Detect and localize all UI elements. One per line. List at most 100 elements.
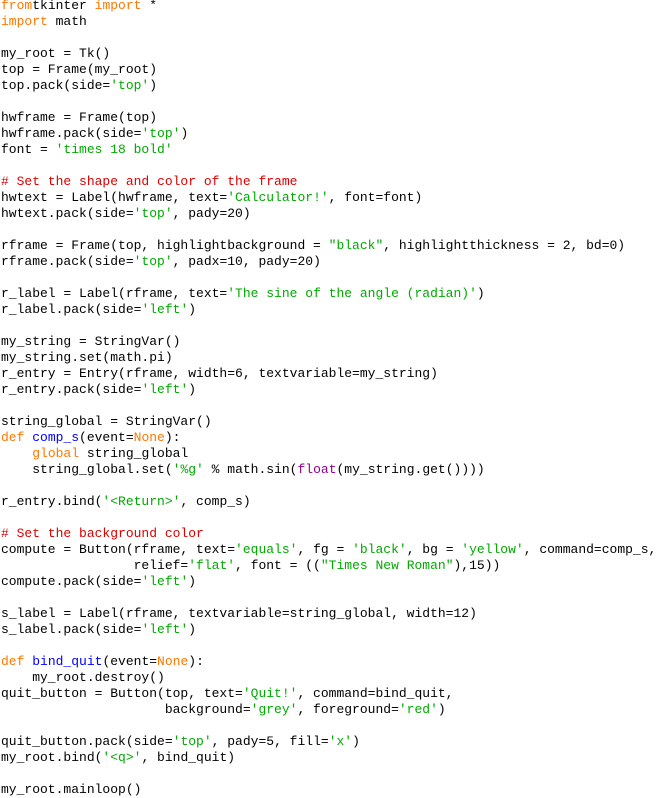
code-token: compute = Button(rframe, text=	[1, 542, 236, 557]
code-line: global string_global	[1, 446, 656, 462]
code-token: top = Frame(my_root)	[1, 62, 158, 77]
code-token: hwtext = Label(hwframe, text=	[1, 190, 228, 205]
code-line: fromtkinter import *	[1, 0, 656, 14]
string-token: 'top'	[110, 78, 150, 93]
code-line: import math	[1, 14, 656, 30]
code-token: r_label = Label(rframe, text=	[1, 286, 228, 301]
code-token: background=	[1, 702, 251, 717]
code-token: ):	[188, 654, 204, 669]
code-editor[interactable]: fromtkinter import * import math my_root =…	[1, 0, 656, 798]
code-token: (my_string.get())))	[336, 462, 485, 477]
string-token: 'left'	[141, 302, 189, 317]
code-token: , command=bind_quit,	[297, 686, 454, 701]
code-line: quit_button = Button(top, text='Quit!', …	[1, 686, 656, 702]
code-token: r_entry.bind(	[1, 494, 103, 509]
string-token: 'flat'	[188, 558, 236, 573]
code-token: my_root.destroy()	[1, 670, 165, 685]
code-token: )	[188, 302, 197, 317]
code-line: def bind_quit(event=None):	[1, 654, 656, 670]
string-token: "Times New Roman"	[320, 558, 454, 573]
code-token: (event=	[79, 430, 134, 445]
code-token: , font = ((	[235, 558, 321, 573]
code-token: *	[141, 0, 158, 13]
code-line: my_root.bind('<q>', bind_quit)	[1, 750, 656, 766]
code-token: , pady=5, fill=	[211, 734, 329, 749]
code-token: s_label = Label(rframe, textvariable=str…	[1, 606, 477, 621]
string-token: 'x'	[328, 734, 353, 749]
comment-token: # Set the background color	[1, 526, 204, 541]
string-token: 'yellow'	[461, 542, 524, 557]
keyword-token: None	[133, 430, 165, 445]
string-token: 'top'	[141, 126, 181, 141]
string-token: 'left'	[141, 382, 189, 397]
string-token: 'Calculator!'	[227, 190, 329, 205]
function-name-token: comp_s	[32, 430, 80, 445]
code-line: string_global = StringVar()	[1, 414, 656, 430]
keyword-token: global	[32, 446, 80, 461]
code-token: , fg =	[297, 542, 353, 557]
code-token: , bind_quit)	[141, 750, 236, 765]
code-token: ),15))	[453, 558, 501, 573]
string-token: 'black'	[352, 542, 407, 557]
code-token: hwtext.pack(side=	[1, 206, 134, 221]
code-line: font = 'times 18 bold'	[1, 142, 656, 158]
code-token: my_string.set(math.pi)	[1, 350, 173, 365]
code-line: compute = Button(rframe, text='equals', …	[1, 542, 656, 558]
code-token: , bg =	[406, 542, 462, 557]
keyword-token: import	[94, 0, 142, 13]
code-token: top.pack(side=	[1, 78, 111, 93]
string-token: 'top'	[133, 206, 173, 221]
code-token: (event=	[102, 654, 158, 669]
code-line: hwframe = Frame(top)	[1, 110, 656, 126]
code-line: # Set the shape and color of the frame	[1, 174, 656, 190]
code-line: def comp_s(event=None):	[1, 430, 656, 446]
code-line: my_root.destroy()	[1, 670, 656, 686]
code-line: rframe.pack(side='top', padx=10, pady=20…	[1, 254, 656, 270]
string-token: 'left'	[141, 574, 189, 589]
code-line: my_string.set(math.pi)	[1, 350, 656, 366]
code-token: hwframe.pack(side=	[1, 126, 142, 141]
code-line: r_label.pack(side='left')	[1, 302, 656, 318]
string-token: '%g'	[172, 462, 204, 477]
code-token: )	[437, 702, 446, 717]
code-token: , padx=10, pady=20)	[172, 254, 321, 269]
keyword-token: def	[1, 430, 25, 445]
code-line: relief='flat', font = (("Times New Roman…	[1, 558, 656, 574]
code-token: my_root.bind(	[1, 750, 103, 765]
code-token: hwframe = Frame(top)	[1, 110, 158, 125]
code-token: quit_button.pack(side=	[1, 734, 173, 749]
keyword-token: import	[1, 14, 48, 29]
builtin-token: float	[297, 462, 337, 477]
code-token: , font=font)	[328, 190, 423, 205]
code-token: ):	[164, 430, 181, 445]
keyword-token: None	[157, 654, 189, 669]
code-line: hwtext = Label(hwframe, text='Calculator…	[1, 190, 656, 206]
code-token: font =	[1, 142, 56, 157]
code-line: hwtext.pack(side='top', pady=20)	[1, 206, 656, 222]
string-token: 'left'	[141, 622, 189, 637]
string-token: 'Quit!'	[242, 686, 298, 701]
keyword-token: from	[1, 0, 33, 13]
code-token: )	[352, 734, 360, 749]
string-token: "black"	[328, 238, 384, 253]
code-line: r_entry.pack(side='left')	[1, 382, 656, 398]
code-token: string_global = StringVar()	[1, 414, 212, 429]
string-token: 'top'	[172, 734, 212, 749]
code-token: )	[180, 126, 189, 141]
code-line: s_label = Label(rframe, textvariable=str…	[1, 606, 656, 622]
string-token: '<q>'	[102, 750, 142, 765]
code-line: s_label.pack(side='left')	[1, 622, 656, 638]
code-line: r_entry = Entry(rframe, width=6, textvar…	[1, 366, 656, 382]
code-token: )	[188, 382, 197, 397]
code-token: )	[476, 286, 485, 301]
code-token: rframe = Frame(top, highlightbackground …	[1, 238, 329, 253]
code-line: hwframe.pack(side='top')	[1, 126, 656, 142]
